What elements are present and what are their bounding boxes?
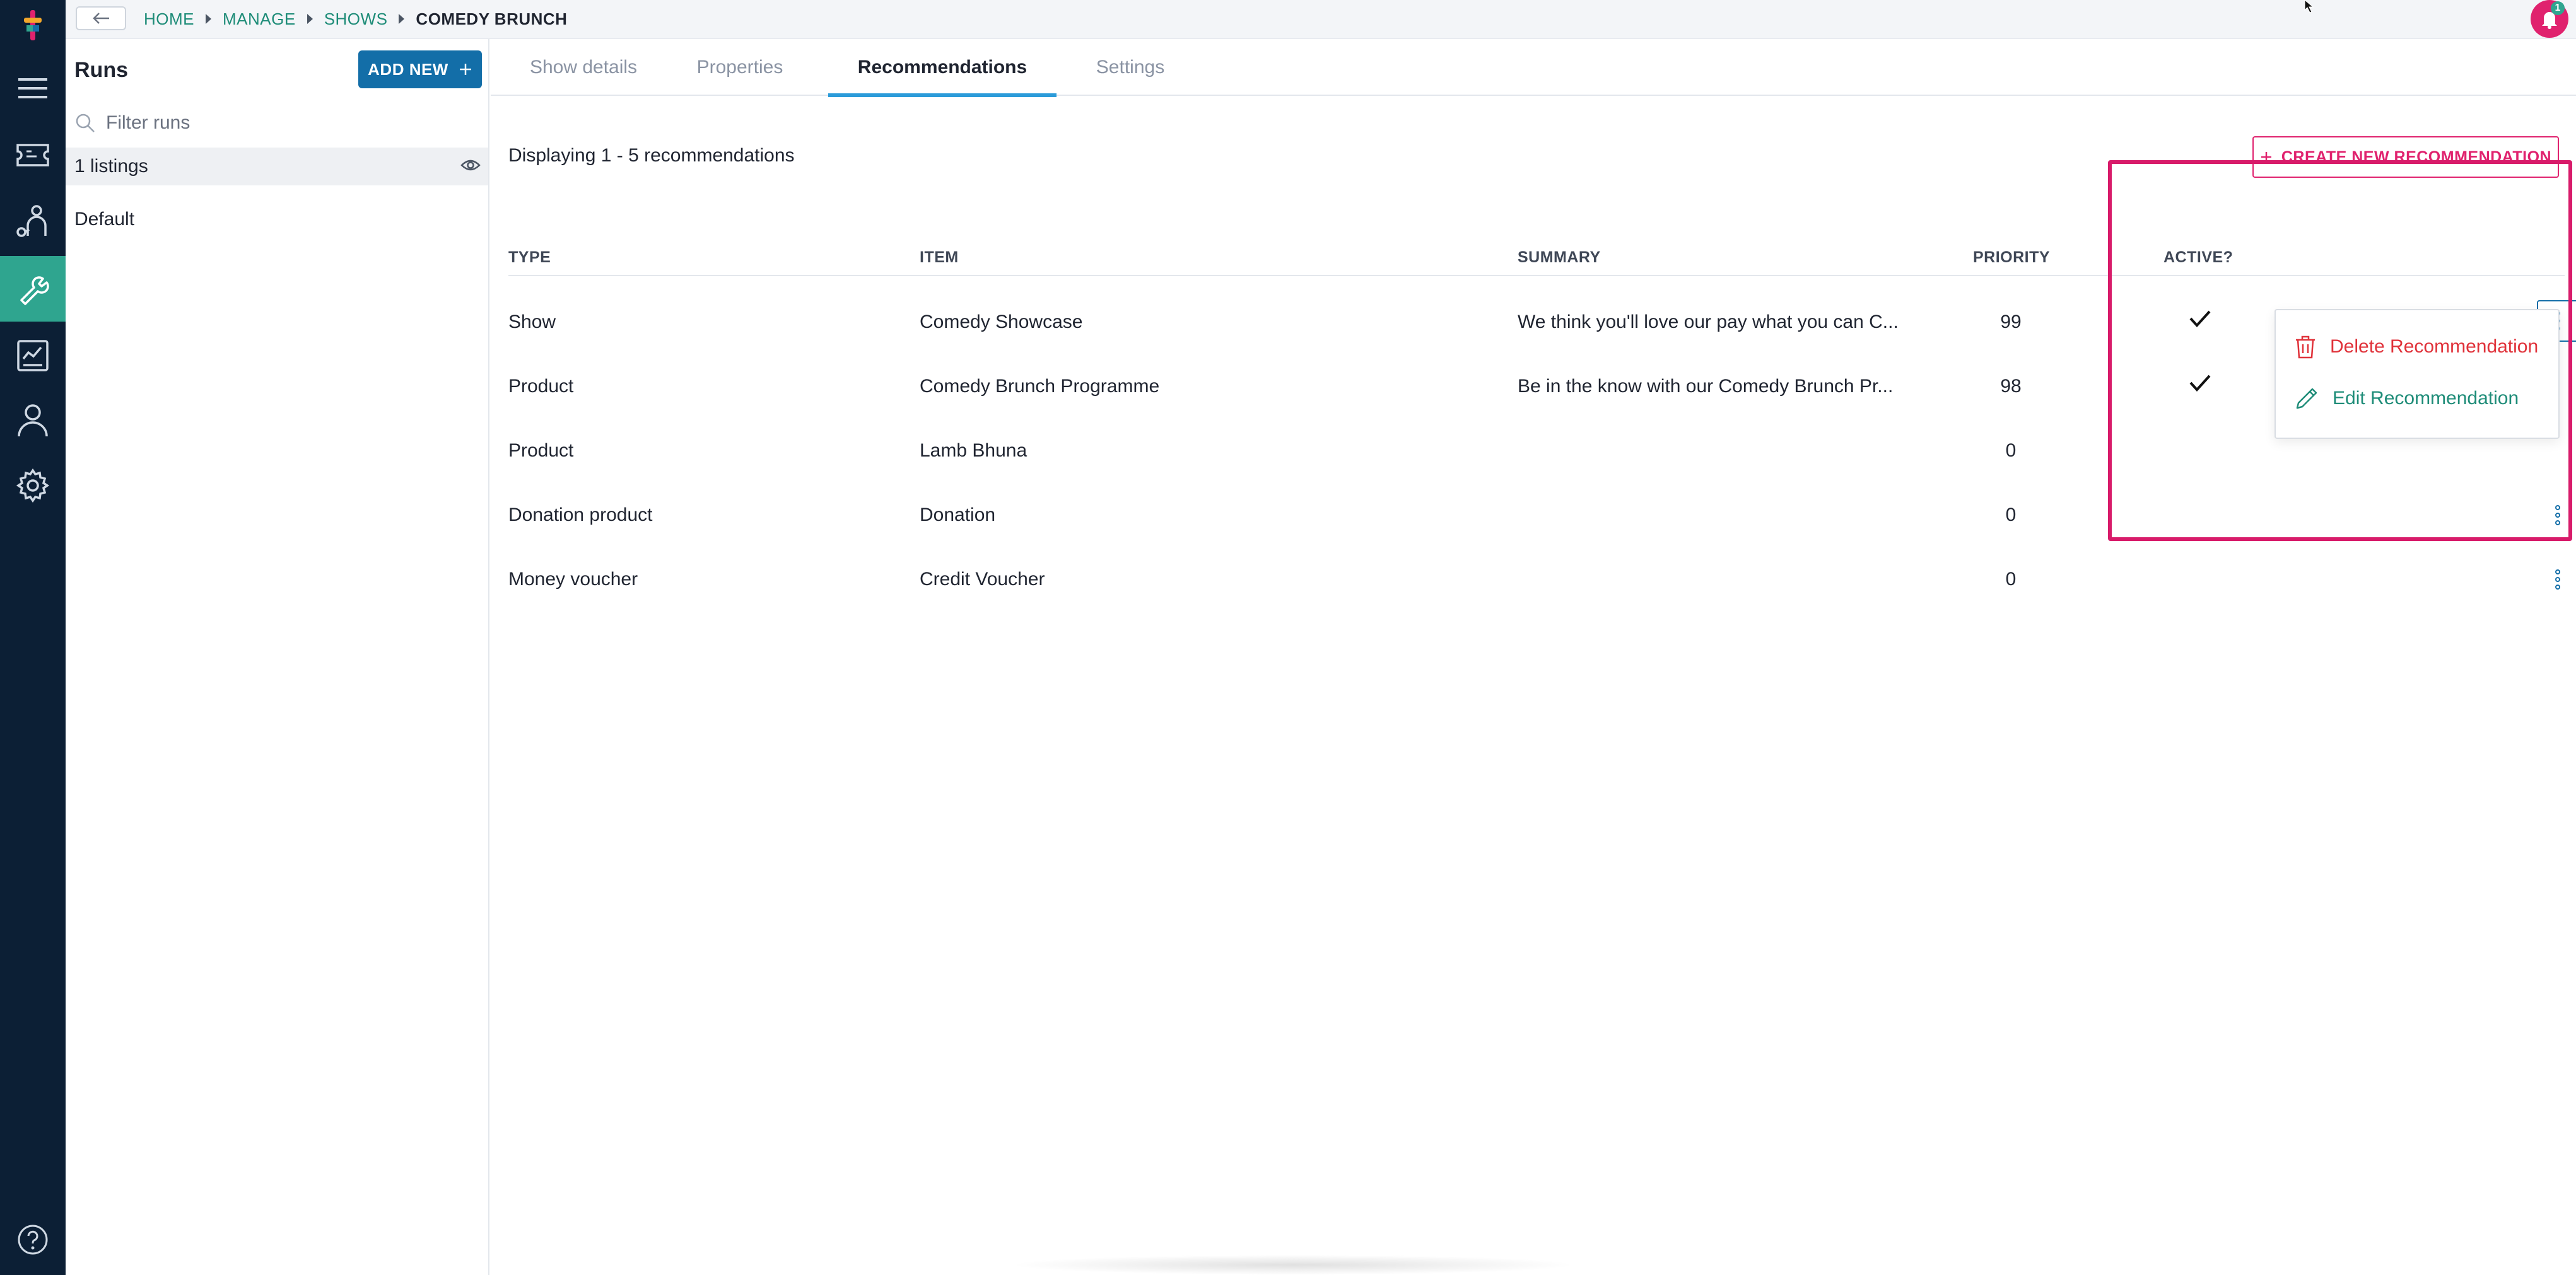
run-item-default[interactable]: Default <box>66 201 488 238</box>
menu-icon[interactable] <box>0 55 66 121</box>
help-icon[interactable] <box>0 1207 66 1272</box>
add-new-label: ADD NEW <box>368 59 448 79</box>
logo-icon[interactable] <box>0 0 66 50</box>
col-type[interactable]: TYPE <box>508 248 551 267</box>
cell-priority: 99 <box>2000 311 2022 332</box>
search-icon <box>76 114 95 132</box>
runs-panel: Runs ADD NEW 1 listings Default <box>66 39 489 1275</box>
caret-right-icon <box>399 14 405 24</box>
col-summary[interactable]: SUMMARY <box>1518 248 1601 267</box>
cell-priority: 0 <box>2005 504 2017 525</box>
tab-properties[interactable]: Properties <box>685 39 795 96</box>
mouse-cursor-icon <box>2304 0 2314 13</box>
cell-item: Credit Voucher <box>920 569 1045 590</box>
ticket-icon[interactable] <box>0 122 66 188</box>
person-icon[interactable] <box>0 387 66 453</box>
runs-title: Runs <box>74 58 128 82</box>
breadcrumb-current: COMEDY BRUNCH <box>416 9 568 28</box>
report-icon[interactable] <box>0 323 66 388</box>
cell-type: Show <box>508 311 556 332</box>
add-new-button[interactable]: ADD NEW <box>358 50 482 88</box>
cell-type: Money voucher <box>508 569 638 590</box>
tab-bar: Show details Properties Recommendations … <box>491 39 2576 97</box>
kebab-menu-icon <box>2555 569 2560 590</box>
notifications-button[interactable]: 1 <box>2531 0 2568 38</box>
cell-type: Donation product <box>508 504 653 525</box>
user-network-icon[interactable] <box>0 189 66 255</box>
tab-show-details[interactable]: Show details <box>525 39 642 96</box>
cell-priority: 0 <box>2005 569 2017 590</box>
table-row[interactable]: Money voucher Credit Voucher 0 <box>508 547 2565 612</box>
cell-type: Product <box>508 376 574 397</box>
breadcrumb-shows[interactable]: SHOWS <box>324 9 388 29</box>
cell-item: Comedy Brunch Programme <box>920 376 1160 397</box>
eye-icon[interactable] <box>460 158 481 173</box>
display-count: Displaying 1 - 5 recommendations <box>508 145 795 166</box>
filter-runs <box>74 107 478 139</box>
filter-runs-input[interactable] <box>106 112 459 134</box>
caret-right-icon <box>307 14 313 24</box>
cell-item: Donation <box>920 504 996 525</box>
col-item[interactable]: ITEM <box>920 248 959 267</box>
caret-right-icon <box>206 14 211 24</box>
tab-settings[interactable]: Settings <box>1086 39 1174 96</box>
breadcrumb: HOME MANAGE SHOWS COMEDY BRUNCH <box>144 8 567 30</box>
gear-icon[interactable] <box>0 453 66 518</box>
row-actions-button[interactable] <box>2537 559 2576 600</box>
wrench-icon[interactable] <box>0 256 66 322</box>
tab-recommendations[interactable]: Recommendations <box>828 39 1057 97</box>
icon-rail <box>0 0 66 1275</box>
cell-item: Lamb Bhuna <box>920 440 1027 461</box>
cell-summary: Be in the know with our Comedy Brunch Pr… <box>1518 376 1894 397</box>
cell-priority: 98 <box>2000 376 2022 397</box>
run-item-label: 1 listings <box>74 156 148 177</box>
back-button[interactable] <box>76 6 126 30</box>
breadcrumb-home[interactable]: HOME <box>144 9 194 29</box>
top-bar: HOME MANAGE SHOWS COMEDY BRUNCH 1 <box>66 0 2576 39</box>
breadcrumb-manage[interactable]: MANAGE <box>223 9 296 29</box>
run-item-label: Default <box>74 209 135 230</box>
run-item-listings[interactable]: 1 listings <box>66 148 488 185</box>
cell-type: Product <box>508 440 574 461</box>
highlight-annotation-box <box>2108 160 2572 541</box>
cell-summary: We think you'll love our pay what you ca… <box>1518 311 1899 332</box>
cell-item: Comedy Showcase <box>920 311 1083 332</box>
cell-priority: 0 <box>2005 440 2017 461</box>
col-priority[interactable]: PRIORITY <box>1973 248 2050 267</box>
plus-icon <box>459 64 471 75</box>
arrow-left-icon <box>93 13 109 24</box>
notification-count-badge: 1 <box>2551 1 2565 15</box>
bottom-shadow <box>1009 1255 1577 1275</box>
